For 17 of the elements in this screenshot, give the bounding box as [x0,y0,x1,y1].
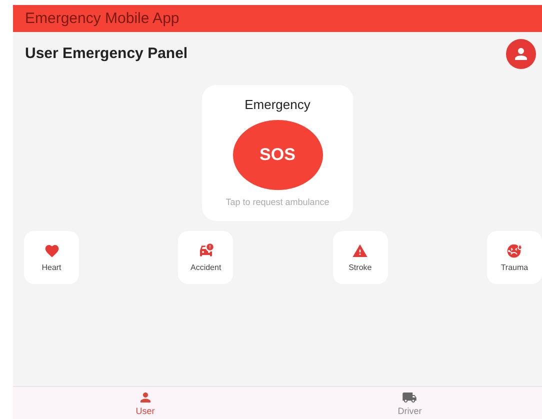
truck-icon [402,390,418,405]
heart-icon [44,243,60,259]
nav-tab[interactable]: User [13,387,278,419]
app-title: Emergency Mobile App [25,10,180,27]
person-icon [138,390,153,405]
card-title: Emergency [244,97,310,112]
category-button[interactable]: Trauma [486,231,542,284]
warning-icon [352,243,368,259]
car-crash-icon [198,243,214,259]
profile-button[interactable] [506,38,536,68]
face-icon [506,243,522,259]
hint-text: Tap to request ambulance [226,197,330,207]
category-button[interactable]: Accident [178,231,234,284]
category-button[interactable]: Stroke [332,231,388,284]
category-button[interactable]: Heart [24,231,79,284]
sos-button[interactable]: SOS [232,120,322,190]
panel-title: User Emergency Panel [25,45,188,62]
